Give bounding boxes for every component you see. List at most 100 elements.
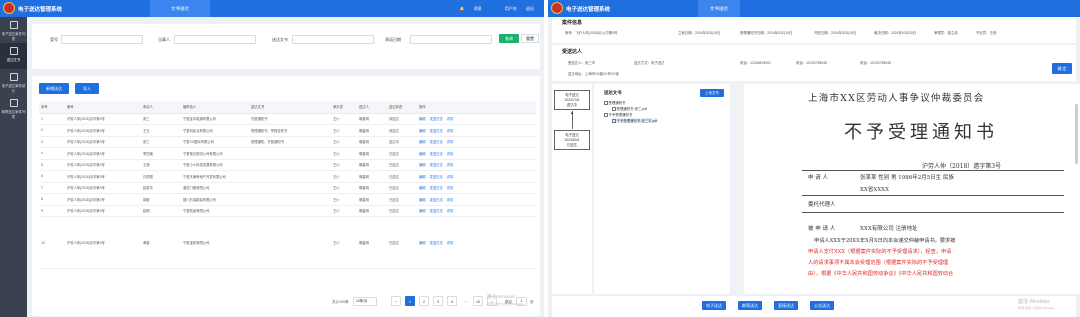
bell-icon[interactable]: 🔔 bbox=[460, 6, 465, 11]
upload-doc-button[interactable]: 上传文书 bbox=[700, 89, 724, 97]
edit-link[interactable]: 编辑 bbox=[419, 241, 426, 245]
checkbox[interactable] bbox=[612, 119, 616, 123]
tab-document-delivery[interactable]: 文书送达 bbox=[698, 0, 740, 17]
confirm-button[interactable]: 确 定 bbox=[1052, 63, 1072, 74]
log-link[interactable]: 发送日志 bbox=[430, 140, 443, 144]
document-page: 上海市XX区劳动人事争议仲裁委员会 不予受理通知书 沪劳人仲（2018）遗字第3… bbox=[744, 84, 1080, 294]
edit-link[interactable]: 编辑 bbox=[419, 198, 426, 202]
cell-no: 9 bbox=[39, 205, 65, 217]
cell-respondent: 重庆门窗有限公司 bbox=[181, 182, 249, 194]
detail-link[interactable]: 详情 bbox=[447, 152, 454, 156]
log-link[interactable]: 发送日志 bbox=[430, 241, 443, 245]
cell-status: 已送达 bbox=[387, 159, 417, 171]
edit-link[interactable]: 编辑 bbox=[419, 117, 426, 121]
log-link[interactable]: 发送日志 bbox=[430, 152, 443, 156]
notice-delivery-button[interactable]: 公告送达 bbox=[810, 301, 834, 310]
log-link[interactable]: 发送日志 bbox=[430, 117, 443, 121]
cell-docs bbox=[249, 205, 331, 217]
row-applicant-value: 张某某 性别 男 1986年2月5日生 民族 bbox=[860, 175, 954, 181]
date-input[interactable] bbox=[410, 35, 492, 44]
cell-actions: 编辑 发送日志 详情 bbox=[417, 216, 536, 269]
top-action-messages[interactable]: 消息 bbox=[474, 6, 482, 11]
sidebar-item-documents[interactable]: 送达文书 bbox=[0, 43, 27, 69]
delivery-actions-bar: 电子送达 邮寄送达 直接送达 公告送达 激活 Windows 转到"设置"以激活… bbox=[552, 296, 1076, 317]
direct-delivery-button[interactable]: 直接送达 bbox=[774, 301, 798, 310]
cell-case: 沪劳人仲(2018)办字第3号 bbox=[65, 124, 141, 137]
edit-link[interactable]: 编辑 bbox=[419, 186, 426, 190]
tab-document-delivery[interactable]: 文书送达 bbox=[150, 0, 210, 17]
detail-link[interactable]: 详情 bbox=[447, 198, 454, 202]
search-button[interactable]: 查询 bbox=[499, 34, 519, 43]
edit-link[interactable]: 编辑 bbox=[419, 175, 426, 179]
cell-actions: 编辑 发送日志 详情 bbox=[417, 136, 536, 148]
prev-page-button[interactable]: ‹ bbox=[391, 296, 401, 306]
import-button[interactable]: 导入 bbox=[75, 83, 99, 94]
log-link[interactable]: 发送日志 bbox=[430, 198, 443, 202]
table-row: 9 沪劳人仲(2018)办字第3号 赵明 宁夏精品有限公司 王小 明星明 已送达 编辑 发送日志… bbox=[39, 205, 536, 217]
user-icon[interactable]: 👤 bbox=[491, 6, 496, 11]
detail-link[interactable]: 详情 bbox=[447, 117, 454, 121]
page-button[interactable]: 4 bbox=[447, 296, 457, 306]
cell-sender: 明星明 bbox=[357, 182, 387, 194]
tree-file-acceptance[interactable]: 受理通知书-张三.pdf bbox=[612, 106, 647, 111]
tree-node-rejection[interactable]: 不予受理通知书 bbox=[604, 112, 632, 117]
detail-link[interactable]: 详情 bbox=[447, 129, 454, 133]
tree-node-acceptance[interactable]: 受理通知书 bbox=[604, 100, 625, 105]
detail-link[interactable]: 详情 bbox=[447, 186, 454, 190]
detail-link[interactable]: 详情 bbox=[447, 241, 454, 245]
top-bar: 电子送达管理系统 文书送达 🔔 消息 👤 用户名 退出 bbox=[0, 0, 544, 17]
windows-watermark: 激活 Windows bbox=[487, 294, 515, 299]
log-link[interactable]: 发送日志 bbox=[430, 209, 443, 213]
log-link[interactable]: 发送日志 bbox=[430, 186, 443, 190]
log-link[interactable]: 发送日志 bbox=[430, 163, 443, 167]
top-actions: 🔔 消息 👤 用户名 退出 bbox=[452, 6, 534, 12]
applicant-label: 当事人 bbox=[158, 37, 170, 42]
page-size-select[interactable]: 10条/页 bbox=[353, 297, 377, 306]
edit-link[interactable]: 编辑 bbox=[419, 129, 426, 133]
tree-file-rejection[interactable]: 不予受理通知书-张三丰.pdf bbox=[612, 118, 658, 123]
cell-actions: 编辑 发送日志 详情 bbox=[417, 193, 536, 206]
edit-link[interactable]: 编辑 bbox=[419, 140, 426, 144]
page-button[interactable]: 1 bbox=[405, 296, 415, 306]
sidebar-item-label: 邮寄送达案件列表 bbox=[1, 110, 26, 119]
flow-step-previous[interactable]: 电子送达 2024/5/01 已送达 bbox=[554, 130, 590, 150]
case-no-input[interactable] bbox=[61, 35, 143, 44]
detail-link[interactable]: 详情 bbox=[447, 140, 454, 144]
sidebar-item-mail-list[interactable]: 邮寄送达案件列表 bbox=[0, 95, 27, 121]
doc-input[interactable] bbox=[292, 35, 374, 44]
checkbox[interactable] bbox=[612, 107, 616, 111]
electronic-delivery-button[interactable]: 电子送达 bbox=[702, 301, 726, 310]
sidebar-item-statistics[interactable]: 电子送达案件统计 bbox=[0, 69, 27, 95]
log-link[interactable]: 发送日志 bbox=[430, 129, 443, 133]
flow-step-status: 已送达 bbox=[566, 143, 578, 147]
detail-link[interactable]: 详情 bbox=[447, 163, 454, 167]
page-button[interactable]: 10 bbox=[473, 296, 483, 306]
detail-link[interactable]: 详情 bbox=[447, 209, 454, 213]
checkbox[interactable] bbox=[604, 113, 608, 117]
preview-scrollbar[interactable] bbox=[1075, 104, 1078, 164]
top-action-user[interactable]: 用户名 bbox=[505, 6, 517, 11]
table-row: 6 沪劳人仲(2018)办字第3号 孔丽丽 宁夏天津房地产开发有限公司 王小 明星明 已送达… bbox=[39, 170, 536, 183]
cell-respondent: 宁夏利民北有限公司 bbox=[181, 124, 249, 137]
edit-link[interactable]: 编辑 bbox=[419, 163, 426, 167]
checkbox[interactable] bbox=[604, 101, 608, 105]
batch-delivery-button[interactable]: 新增送达 bbox=[39, 83, 69, 94]
cell-clerk: 王小 bbox=[331, 159, 357, 171]
sidebar-item-label: 电子送达案件列表 bbox=[1, 32, 26, 41]
sidebar-item-label: 送达文书 bbox=[6, 58, 21, 62]
page-button[interactable]: 2 bbox=[419, 296, 429, 306]
reset-button[interactable]: 重置 bbox=[521, 34, 539, 43]
cell-docs: 受理通知、开庭通知书 bbox=[249, 136, 331, 148]
body-paragraph: 人的请求事项不属本会受理范围（根据案件实际的不予受理理 bbox=[808, 260, 949, 266]
sidebar-item-case-list[interactable]: 电子送达案件列表 bbox=[0, 17, 27, 43]
log-link[interactable]: 发送日志 bbox=[430, 175, 443, 179]
edit-link[interactable]: 编辑 bbox=[419, 152, 426, 156]
cell-clerk: 王小 bbox=[331, 182, 357, 194]
logout-action[interactable]: 退出 bbox=[526, 6, 534, 11]
page-button[interactable]: 3 bbox=[433, 296, 443, 306]
applicant-input[interactable] bbox=[174, 35, 256, 44]
edit-link[interactable]: 编辑 bbox=[419, 209, 426, 213]
detail-link[interactable]: 详情 bbox=[447, 175, 454, 179]
mail-delivery-button[interactable]: 邮寄送达 bbox=[738, 301, 762, 310]
flow-step-current[interactable]: 电子送达 2024/7/01 送达中 bbox=[554, 90, 590, 110]
